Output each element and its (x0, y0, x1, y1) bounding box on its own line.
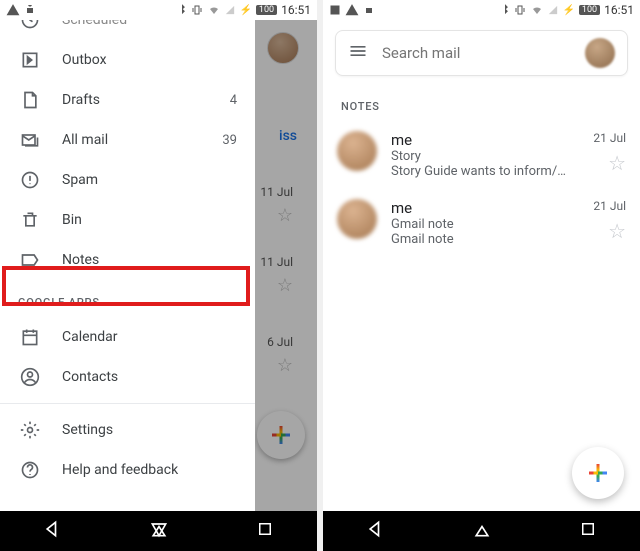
mail-date: 21 Jul (593, 131, 626, 145)
charge-icon: ⚡ (239, 5, 251, 16)
sidebar-item-label: Outbox (62, 52, 237, 68)
sidebar-item-outbox[interactable]: Outbox (0, 40, 255, 80)
back-icon[interactable] (43, 519, 63, 543)
star-icon[interactable]: ☆ (608, 151, 626, 175)
plus-icon (589, 464, 607, 482)
wifi-icon (530, 4, 544, 16)
bin-icon (18, 208, 42, 232)
help-icon (18, 458, 42, 482)
sidebar-item-settings[interactable]: Settings (0, 410, 255, 450)
sender-avatar (337, 199, 377, 239)
mail-date: 21 Jul (593, 199, 626, 213)
sidebar-item-spam[interactable]: Spam (0, 160, 255, 200)
sidebar-item-label: Scheduled (62, 20, 237, 28)
mail-container: Search mail NOTES me Story Story Guide w… (323, 20, 640, 511)
status-time: 16:51 (604, 3, 634, 17)
menu-icon[interactable] (348, 41, 368, 65)
phone-right: ⚡ 100 16:51 Search mail NOTES me Story S… (323, 0, 640, 551)
clock-icon (18, 20, 42, 32)
status-bar: ⚡ 100 16:51 (323, 0, 640, 20)
vibrate-icon (191, 4, 203, 16)
back-icon[interactable] (366, 519, 386, 543)
battery-indicator: 100 (579, 5, 600, 15)
sender-name: me (391, 199, 579, 217)
notes-icon (18, 248, 42, 272)
calendar-icon (18, 325, 42, 349)
image-icon (329, 4, 341, 16)
status-time: 16:51 (281, 3, 311, 17)
mail-row[interactable]: me Story Story Guide wants to inform/war… (323, 121, 640, 189)
warning-icon (345, 3, 359, 17)
contacts-icon (18, 365, 42, 389)
sidebar-item-label: Notes (62, 252, 237, 268)
mail-subject: Gmail note (391, 217, 579, 232)
android-navbar (0, 511, 317, 551)
android-icon (363, 4, 375, 16)
scrim[interactable] (255, 20, 317, 511)
signal-icon (548, 4, 558, 16)
sidebar-item-help[interactable]: Help and feedback (0, 450, 255, 490)
warning-icon (6, 3, 20, 17)
sidebar-item-label: Contacts (62, 369, 237, 385)
recents-icon[interactable] (579, 520, 597, 542)
account-avatar[interactable] (585, 38, 615, 68)
home-icon[interactable] (472, 519, 492, 543)
navigation-drawer: Scheduled Outbox Drafts 4 All mail 39 Sp… (0, 20, 255, 511)
star-icon[interactable]: ☆ (608, 219, 626, 243)
sidebar-item-calendar[interactable]: Calendar (0, 317, 255, 357)
sidebar-item-label: Help and feedback (62, 462, 237, 478)
search-placeholder: Search mail (382, 44, 571, 62)
mail-snippet: Story Guide wants to inform/warn pa… (391, 164, 571, 179)
recents-icon[interactable] (256, 520, 274, 542)
section-label: NOTES (323, 86, 640, 121)
sidebar-item-label: All mail (62, 132, 222, 148)
sidebar-item-label: Spam (62, 172, 237, 188)
sidebar-item-label: Settings (62, 422, 237, 438)
sidebar-item-drafts[interactable]: Drafts 4 (0, 80, 255, 120)
status-bar: ⚡ 100 16:51 (0, 0, 317, 20)
sender-avatar (337, 131, 377, 171)
phone-left: ⚡ 100 16:51 iss 11 Jul ☆ 11 Jul ☆ 6 Jul … (0, 0, 317, 551)
sidebar-item-notes[interactable]: Notes (0, 240, 255, 280)
sender-name: me (391, 131, 579, 149)
allmail-icon (18, 128, 42, 152)
android-navbar (323, 511, 640, 551)
divider (0, 403, 255, 404)
mail-row[interactable]: me Gmail note Gmail note 21 Jul ☆ (323, 189, 640, 257)
mail-snippet: Gmail note (391, 232, 571, 247)
compose-fab[interactable] (572, 447, 624, 499)
sidebar-item-bin[interactable]: Bin (0, 200, 255, 240)
sidebar-item-scheduled[interactable]: Scheduled (0, 20, 255, 40)
spam-icon (18, 168, 42, 192)
signal-icon (225, 4, 235, 16)
sidebar-item-label: Drafts (62, 92, 230, 108)
sidebar-item-contacts[interactable]: Contacts (0, 357, 255, 397)
home-icon[interactable] (149, 519, 169, 543)
sidebar-item-label: Calendar (62, 329, 237, 345)
battery-indicator: 100 (256, 5, 277, 15)
sidebar-item-allmail[interactable]: All mail 39 (0, 120, 255, 160)
vibrate-icon (514, 4, 526, 16)
charge-icon: ⚡ (562, 5, 574, 16)
draft-icon (18, 88, 42, 112)
sidebar-item-count: 39 (222, 133, 237, 148)
android-icon (24, 4, 36, 16)
sidebar-item-count: 4 (230, 93, 237, 108)
sidebar-item-label: Bin (62, 212, 237, 228)
search-bar[interactable]: Search mail (335, 30, 628, 76)
mail-subject: Story (391, 149, 579, 164)
apps-section-label: GOOGLE APPS (0, 280, 255, 317)
wifi-icon (207, 4, 221, 16)
settings-icon (18, 418, 42, 442)
bluetooth-icon (500, 4, 510, 16)
bluetooth-icon (177, 4, 187, 16)
outbox-icon (18, 48, 42, 72)
